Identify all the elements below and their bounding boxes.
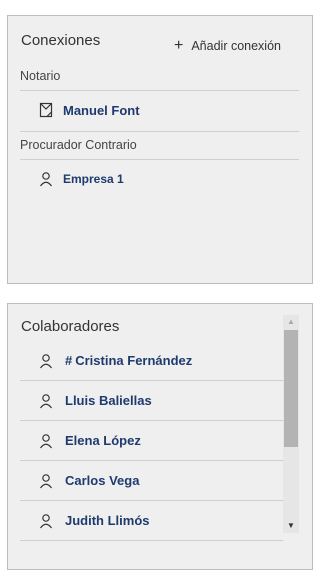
- primary-marker: #: [65, 353, 73, 368]
- colaboradores-title: Colaboradores: [21, 318, 120, 335]
- scroll-down-icon[interactable]: ▼: [283, 519, 299, 533]
- list-item[interactable]: Elena López: [20, 421, 283, 461]
- add-connection-button[interactable]: + Añadir conexión: [174, 37, 281, 55]
- collaborator-name[interactable]: Cristina Fernández: [75, 353, 192, 368]
- collaborator-name[interactable]: Judith Llimós: [65, 513, 150, 528]
- add-connection-label: Añadir conexión: [191, 39, 281, 53]
- plus-icon: +: [174, 37, 184, 54]
- conexiones-title: Conexiones: [21, 32, 101, 49]
- person-icon: [38, 171, 54, 187]
- list-scrollbar[interactable]: ▲ ▼: [283, 315, 299, 533]
- conexiones-panel: Conexiones + Añadir conexión Notario Man…: [7, 15, 313, 284]
- list-item[interactable]: Judith Llimós: [20, 501, 283, 541]
- scroll-up-icon[interactable]: ▲: [283, 315, 299, 329]
- connection-item[interactable]: Manuel Font: [38, 102, 140, 118]
- list-item[interactable]: # Cristina Fernández: [20, 341, 283, 381]
- document-icon: [38, 102, 54, 118]
- connection-item[interactable]: Empresa 1: [38, 171, 124, 187]
- collaborator-name[interactable]: Carlos Vega: [65, 473, 139, 488]
- colaboradores-panel: Colaboradores # Cristina Fernández Lluis…: [7, 303, 313, 570]
- divider: [20, 159, 299, 160]
- connection-name[interactable]: Empresa 1: [63, 172, 124, 186]
- person-icon: [38, 473, 54, 489]
- list-item[interactable]: Carlos Vega: [20, 461, 283, 501]
- list-item[interactable]: Lluis Baliellas: [20, 381, 283, 421]
- collaborator-name[interactable]: Elena López: [65, 433, 141, 448]
- collaborators-list: # Cristina Fernández Lluis Baliellas Ele…: [20, 341, 283, 566]
- divider: [20, 90, 299, 91]
- connection-name[interactable]: Manuel Font: [63, 103, 140, 118]
- section-label-procurador: Procurador Contrario: [20, 138, 137, 152]
- section-label-notario: Notario: [20, 69, 61, 83]
- scroll-thumb[interactable]: [284, 330, 298, 447]
- collaborator-name[interactable]: Lluis Baliellas: [65, 393, 152, 408]
- person-icon: [38, 393, 54, 409]
- person-icon: [38, 433, 54, 449]
- person-icon: [38, 353, 54, 369]
- divider: [20, 131, 299, 132]
- person-icon: [38, 513, 54, 529]
